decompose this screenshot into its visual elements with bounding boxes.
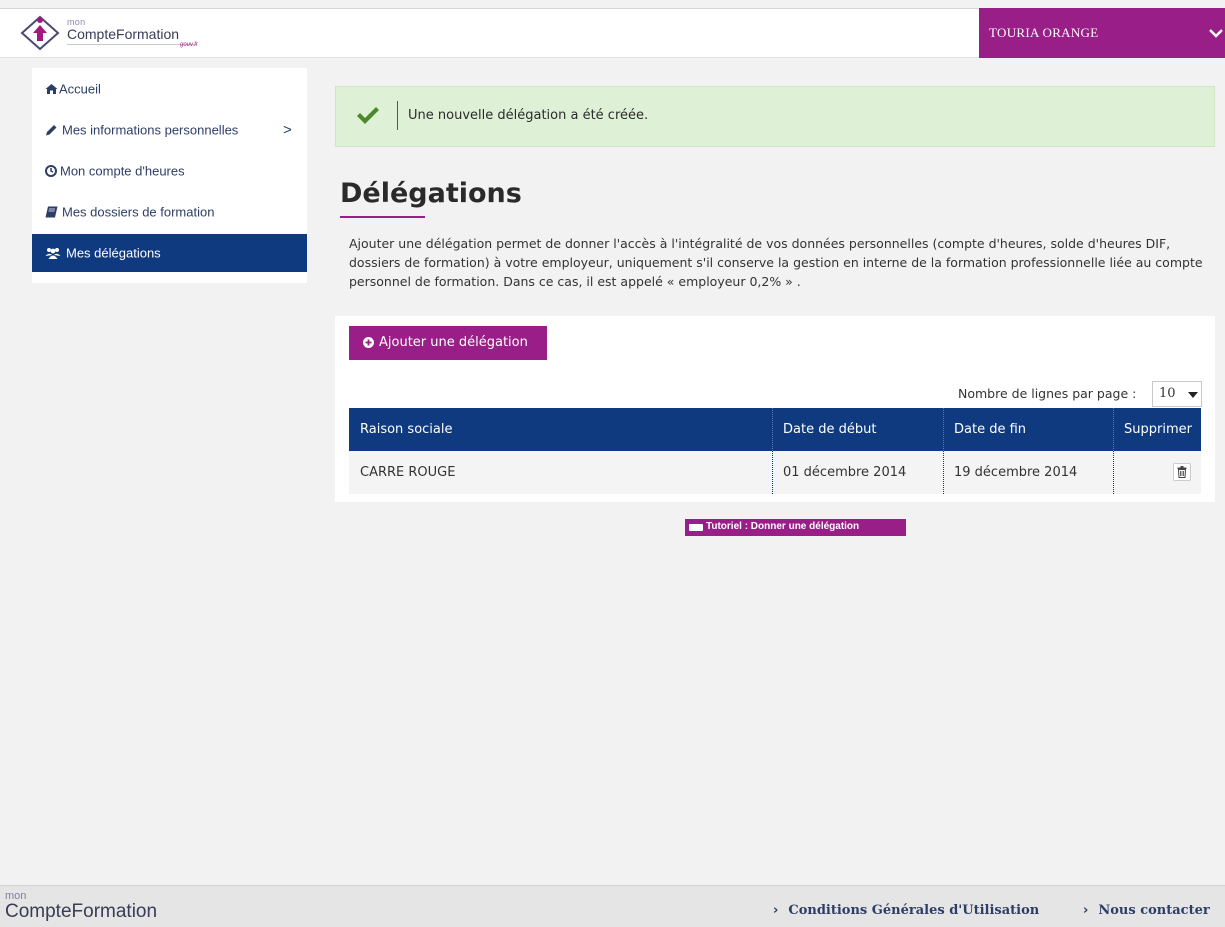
column-divider	[1113, 451, 1114, 494]
table-row: CARRE ROUGE 01 décembre 2014 19 décembre…	[349, 451, 1201, 494]
title-underline	[340, 216, 425, 218]
user-menu-button[interactable]: TOURIA ORANGE	[979, 8, 1225, 58]
per-page-select[interactable]: 10	[1152, 381, 1202, 407]
footer-link-label: Conditions Générales d'Utilisation	[788, 903, 1040, 918]
sidebar-item-informations[interactable]: Mes informations personnelles >	[32, 111, 307, 149]
trash-icon	[1177, 466, 1187, 478]
check-icon	[357, 107, 379, 124]
user-name: TOURIA ORANGE	[989, 25, 1099, 40]
add-delegation-button[interactable]: Ajouter une délégation	[349, 326, 547, 360]
sidebar-item-label: Mon compte d'heures	[60, 163, 185, 179]
page-title: Délégations	[340, 178, 522, 209]
sidebar-item-accueil[interactable]: Accueil	[32, 70, 307, 108]
column-header-date-debut[interactable]: Date de début	[783, 422, 876, 437]
sidebar-item-label: Mes informations personnelles	[62, 122, 239, 138]
home-icon	[45, 84, 58, 94]
column-header-date-fin[interactable]: Date de fin	[954, 422, 1026, 437]
add-delegation-label: Ajouter une délégation	[379, 335, 528, 350]
intro-text: Ajouter une délégation permet de donner …	[349, 236, 1203, 289]
per-page-value: 10	[1159, 386, 1176, 401]
logo-tag: gouv.fr	[180, 42, 198, 48]
logo-text: CompteFormation	[67, 26, 180, 42]
column-divider	[772, 451, 773, 494]
video-icon	[689, 524, 703, 531]
delete-delegation-button[interactable]	[1173, 463, 1191, 481]
sidebar-item-label: Mes dossiers de formation	[62, 204, 215, 220]
sidebar-item-delegations[interactable]: Mes délégations	[32, 234, 307, 272]
chevron-right-icon: ›	[1083, 903, 1089, 918]
footer-logo-text: CompteFormation	[5, 901, 158, 922]
users-icon	[45, 248, 61, 259]
logo-mark-icon	[20, 15, 60, 51]
cell-date-fin: 19 décembre 2014	[954, 465, 1078, 480]
sidebar-item-compte-heures[interactable]: Mon compte d'heures	[32, 152, 307, 190]
column-divider	[1113, 408, 1114, 451]
footer: mon CompteFormation › Conditions Générale…	[0, 885, 1225, 927]
clock-icon	[45, 165, 57, 177]
logo[interactable]: mon CompteFormation gouv.fr	[20, 13, 220, 53]
tutorial-link[interactable]: Tutoriel : Donner une délégation	[685, 519, 906, 536]
caret-down-icon	[1188, 392, 1198, 398]
sidebar-item-label: Mes délégations	[66, 245, 161, 261]
sidebar: Accueil Mes informations personnelles > …	[32, 68, 307, 283]
footer-link-label: Nous contacter	[1098, 903, 1210, 918]
tutorial-label: Tutoriel : Donner une délégation	[706, 521, 860, 532]
alert-divider	[397, 101, 398, 130]
cell-date-debut: 01 décembre 2014	[783, 465, 907, 480]
column-divider	[943, 408, 944, 451]
chevron-right-icon: >	[283, 121, 292, 139]
footer-link-contact[interactable]: › Nous contacter	[1083, 903, 1210, 918]
footer-link-cgu[interactable]: › Conditions Générales d'Utilisation	[773, 903, 1039, 918]
table-header: Raison sociale Date de début Date de fin…	[349, 408, 1201, 451]
pencil-icon	[46, 125, 57, 136]
per-page-label: Nombre de lignes par page :	[958, 386, 1137, 401]
success-alert: Une nouvelle délégation a été créée.	[335, 86, 1215, 147]
book-icon	[45, 206, 58, 218]
column-header-supprimer: Supprimer	[1124, 422, 1192, 437]
column-divider	[943, 451, 944, 494]
column-header-raison-sociale[interactable]: Raison sociale	[360, 422, 453, 437]
cell-raison-sociale: CARRE ROUGE	[360, 465, 456, 480]
alert-message: Une nouvelle délégation a été créée.	[408, 108, 649, 123]
plus-circle-icon	[363, 337, 374, 348]
sidebar-item-label: Accueil	[59, 81, 101, 97]
logo-underline	[67, 44, 197, 45]
sidebar-item-dossiers[interactable]: Mes dossiers de formation	[32, 193, 307, 231]
chevron-down-icon	[1209, 29, 1223, 38]
chevron-right-icon: ›	[773, 903, 779, 918]
column-divider	[772, 408, 773, 451]
